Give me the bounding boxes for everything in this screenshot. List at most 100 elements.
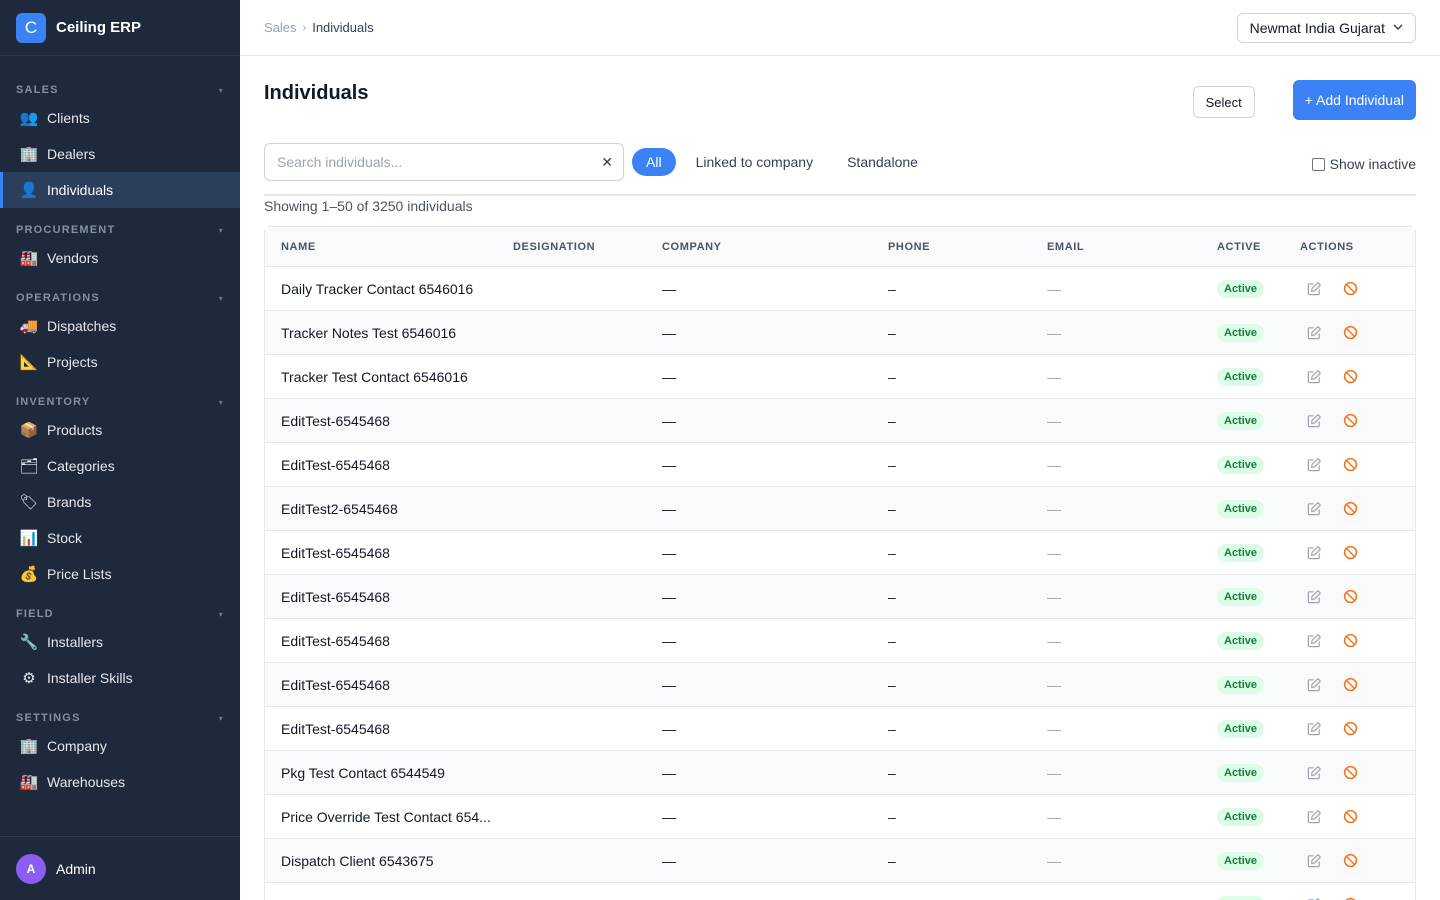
- deactivate-icon[interactable]: [1340, 323, 1360, 343]
- table-row[interactable]: KA Client 6543758 — – — Active: [265, 883, 1415, 900]
- user-menu[interactable]: A Admin: [0, 836, 240, 900]
- clear-search-icon[interactable]: ✕: [601, 154, 613, 171]
- cell-name[interactable]: KA Client 6543758: [265, 897, 513, 900]
- nav-section-header[interactable]: PROCUREMENT ▾: [0, 210, 240, 240]
- deactivate-icon[interactable]: [1340, 719, 1360, 739]
- deactivate-icon[interactable]: [1340, 279, 1360, 299]
- brand[interactable]: C Ceiling ERP: [0, 0, 240, 56]
- edit-icon[interactable]: [1304, 675, 1324, 695]
- column-header-designation[interactable]: DESIGNATION: [513, 241, 662, 253]
- table-row[interactable]: Daily Tracker Contact 6546016 — – — Acti…: [265, 267, 1415, 311]
- column-header-phone[interactable]: PHONE: [888, 241, 1047, 253]
- cell-name[interactable]: EditTest-6545468: [265, 413, 513, 429]
- table-row[interactable]: Dispatch Client 6543675 — – — Active: [265, 839, 1415, 883]
- column-header-email[interactable]: EMAIL: [1047, 241, 1217, 253]
- edit-icon[interactable]: [1304, 411, 1324, 431]
- cell-name[interactable]: EditTest-6545468: [265, 721, 513, 737]
- edit-icon[interactable]: [1304, 895, 1324, 900]
- column-header-active[interactable]: ACTIVE: [1217, 241, 1300, 253]
- filter-tab-linked-to-company[interactable]: Linked to company: [682, 148, 828, 176]
- column-header-company[interactable]: COMPANY: [662, 241, 888, 253]
- sidebar-item-warehouses[interactable]: 🏭 Warehouses: [0, 764, 240, 800]
- edit-icon[interactable]: [1304, 807, 1324, 827]
- edit-icon[interactable]: [1304, 499, 1324, 519]
- deactivate-icon[interactable]: [1340, 543, 1360, 563]
- table-row[interactable]: EditTest-6545468 — – — Active: [265, 575, 1415, 619]
- cell-name[interactable]: Pkg Test Contact 6544549: [265, 765, 513, 781]
- edit-icon[interactable]: [1304, 587, 1324, 607]
- sidebar-item-price-lists[interactable]: 💰 Price Lists: [0, 556, 240, 592]
- sidebar-item-installers[interactable]: 🔧 Installers: [0, 624, 240, 660]
- show-inactive-toggle[interactable]: Show inactive: [1311, 156, 1416, 172]
- cell-name[interactable]: EditTest-6545468: [265, 677, 513, 693]
- cell-name[interactable]: Price Override Test Contact 654...: [265, 809, 513, 825]
- table-row[interactable]: EditTest-6545468 — – — Active: [265, 399, 1415, 443]
- table-row[interactable]: Tracker Test Contact 6546016 — – — Activ…: [265, 355, 1415, 399]
- nav-section-header[interactable]: FIELD ▾: [0, 594, 240, 624]
- sidebar-item-projects[interactable]: 📐 Projects: [0, 344, 240, 380]
- edit-icon[interactable]: [1304, 279, 1324, 299]
- table-row[interactable]: EditTest-6545468 — – — Active: [265, 443, 1415, 487]
- table-row[interactable]: EditTest2-6545468 — – — Active: [265, 487, 1415, 531]
- nav-section-header[interactable]: OPERATIONS ▾: [0, 278, 240, 308]
- deactivate-icon[interactable]: [1340, 587, 1360, 607]
- sidebar-item-installer-skills[interactable]: ⚙ Installer Skills: [0, 660, 240, 696]
- company-selector[interactable]: Newmat India Gujarat: [1236, 12, 1416, 43]
- cell-name[interactable]: Daily Tracker Contact 6546016: [265, 281, 513, 297]
- deactivate-icon[interactable]: [1340, 455, 1360, 475]
- deactivate-icon[interactable]: [1340, 411, 1360, 431]
- sidebar-item-individuals[interactable]: 👤 Individuals: [0, 172, 240, 208]
- cell-name[interactable]: EditTest-6545468: [265, 633, 513, 649]
- sidebar-item-dealers[interactable]: 🏢 Dealers: [0, 136, 240, 172]
- add-individual-button[interactable]: + Add Individual: [1292, 80, 1416, 120]
- cell-name[interactable]: Dispatch Client 6543675: [265, 853, 513, 869]
- sidebar-item-categories[interactable]: 🗂 Categories: [0, 448, 240, 484]
- deactivate-icon[interactable]: [1340, 807, 1360, 827]
- table-row[interactable]: EditTest-6545468 — – — Active: [265, 531, 1415, 575]
- sidebar-item-products[interactable]: 📦 Products: [0, 412, 240, 448]
- sidebar-item-brands[interactable]: 🏷 Brands: [0, 484, 240, 520]
- sidebar-item-stock[interactable]: 📊 Stock: [0, 520, 240, 556]
- search-input[interactable]: [265, 144, 623, 180]
- cell-name[interactable]: EditTest-6545468: [265, 545, 513, 561]
- cell-name[interactable]: EditTest-6545468: [265, 457, 513, 473]
- cell-name[interactable]: Tracker Notes Test 6546016: [265, 325, 513, 341]
- nav-section-header[interactable]: SALES ▾: [0, 70, 240, 100]
- nav-section-header[interactable]: INVENTORY ▾: [0, 382, 240, 412]
- edit-icon[interactable]: [1304, 455, 1324, 475]
- deactivate-icon[interactable]: [1340, 851, 1360, 871]
- table-row[interactable]: EditTest-6545468 — – — Active: [265, 707, 1415, 751]
- edit-icon[interactable]: [1304, 763, 1324, 783]
- deactivate-icon[interactable]: [1340, 763, 1360, 783]
- deactivate-icon[interactable]: [1340, 895, 1360, 900]
- table-row[interactable]: EditTest-6545468 — – — Active: [265, 619, 1415, 663]
- select-button[interactable]: Select: [1192, 86, 1255, 118]
- edit-icon[interactable]: [1304, 719, 1324, 739]
- table-row[interactable]: Price Override Test Contact 654... — – —…: [265, 795, 1415, 839]
- edit-icon[interactable]: [1304, 851, 1324, 871]
- edit-icon[interactable]: [1304, 367, 1324, 387]
- sidebar-item-company[interactable]: 🏢 Company: [0, 728, 240, 764]
- sidebar-item-vendors[interactable]: 🏭 Vendors: [0, 240, 240, 276]
- table-row[interactable]: EditTest-6545468 — – — Active: [265, 663, 1415, 707]
- deactivate-icon[interactable]: [1340, 367, 1360, 387]
- deactivate-icon[interactable]: [1340, 631, 1360, 651]
- cell-name[interactable]: EditTest2-6545468: [265, 501, 513, 517]
- filter-tab-all[interactable]: All: [632, 148, 676, 176]
- column-header-name[interactable]: NAME: [265, 241, 513, 253]
- cell-name[interactable]: Tracker Test Contact 6546016: [265, 369, 513, 385]
- edit-icon[interactable]: [1304, 631, 1324, 651]
- breadcrumb-parent[interactable]: Sales: [264, 20, 297, 35]
- filter-tab-standalone[interactable]: Standalone: [833, 148, 932, 176]
- show-inactive-checkbox[interactable]: [1311, 157, 1325, 171]
- edit-icon[interactable]: [1304, 543, 1324, 563]
- nav-section-header[interactable]: SETTINGS ▾: [0, 698, 240, 728]
- sidebar-item-dispatches[interactable]: 🚚 Dispatches: [0, 308, 240, 344]
- cell-name[interactable]: EditTest-6545468: [265, 589, 513, 605]
- table-row[interactable]: Pkg Test Contact 6544549 — – — Active: [265, 751, 1415, 795]
- sidebar-item-clients[interactable]: 👥 Clients: [0, 100, 240, 136]
- edit-icon[interactable]: [1304, 323, 1324, 343]
- deactivate-icon[interactable]: [1340, 499, 1360, 519]
- table-row[interactable]: Tracker Notes Test 6546016 — – — Active: [265, 311, 1415, 355]
- deactivate-icon[interactable]: [1340, 675, 1360, 695]
